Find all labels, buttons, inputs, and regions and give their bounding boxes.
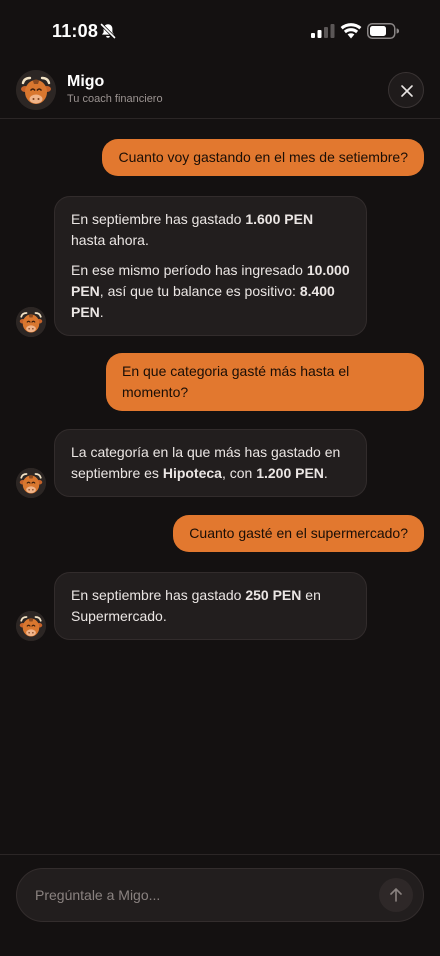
- chat-header: Migo Tu coach financiero: [0, 62, 440, 119]
- user-message: Cuanto gasté en el supermercado?: [173, 515, 424, 552]
- bot-paragraph: En septiembre has gastado 250 PEN en Sup…: [71, 585, 350, 627]
- close-icon: [401, 85, 413, 97]
- bot-message: En septiembre has gastado 250 PEN en Sup…: [54, 572, 367, 640]
- send-button[interactable]: [379, 878, 413, 912]
- message-composer: [16, 868, 424, 922]
- text-run: .: [99, 304, 104, 320]
- bot-paragraph: En ese mismo período has ingresado 10.00…: [71, 260, 350, 323]
- status-bar: 11:08: [0, 0, 440, 62]
- close-button[interactable]: [388, 72, 424, 108]
- text-run: , con: [221, 465, 257, 481]
- bot-paragraph: La categoría en la que más has gastado e…: [71, 442, 350, 484]
- bull-mascot-icon: [16, 70, 56, 110]
- arrow-up-icon: [390, 888, 402, 902]
- assistant-name: Migo: [67, 73, 105, 90]
- bull-mascot-icon: [16, 611, 46, 641]
- bold-amount: 250 PEN: [245, 587, 302, 603]
- bot-paragraph: En septiembre has gastado 1.600 PEN hast…: [71, 209, 350, 251]
- bot-message: La categoría en la que más has gastado e…: [54, 429, 367, 497]
- text-run: En ese mismo período has ingresado: [71, 262, 307, 278]
- text-run: .: [323, 465, 328, 481]
- text-run: En septiembre has gastado: [71, 587, 246, 603]
- bull-mascot-icon: [16, 307, 46, 337]
- user-message: En que categoria gasté más hasta el mome…: [106, 353, 424, 411]
- bold-amount: Hipoteca: [162, 465, 222, 481]
- cellular-signal-icon: [311, 24, 335, 38]
- text-run: hasta ahora.: [71, 232, 149, 248]
- bull-mascot-icon: [16, 468, 46, 498]
- bot-message: En septiembre has gastado 1.600 PEN hast…: [54, 196, 367, 336]
- user-message: Cuanto voy gastando en el mes de setiemb…: [102, 139, 424, 176]
- bold-amount: 1.600 PEN: [245, 211, 314, 227]
- message-input[interactable]: [35, 869, 365, 921]
- wifi-icon: [340, 23, 362, 39]
- text-run: En septiembre has gastado: [71, 211, 246, 227]
- composer-divider: [0, 854, 440, 855]
- status-time: 11:08: [52, 21, 99, 41]
- bell-off-icon: [100, 23, 116, 39]
- text-run: , así que tu balance es positivo:: [99, 283, 300, 299]
- battery-icon: [367, 23, 399, 39]
- assistant-subtitle: Tu coach financiero: [67, 93, 163, 105]
- bold-amount: 1.200 PEN: [256, 465, 324, 481]
